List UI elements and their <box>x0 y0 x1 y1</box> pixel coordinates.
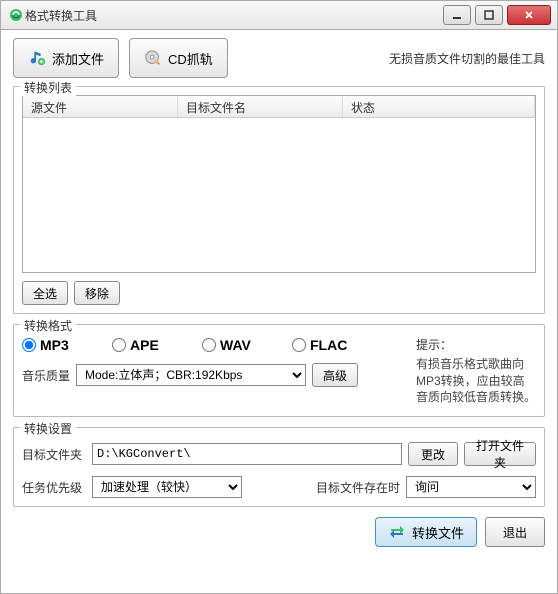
list-body[interactable] <box>23 118 535 272</box>
titlebar: 格式转换工具 <box>0 0 558 30</box>
radio-ape-input[interactable] <box>112 338 126 352</box>
col-target[interactable]: 目标文件名 <box>178 96 343 117</box>
quality-select[interactable]: Mode:立体声；CBR:192Kbps <box>76 364 306 386</box>
format-group-label: 转换格式 <box>20 317 76 334</box>
remove-button[interactable]: 移除 <box>74 281 120 305</box>
exists-select[interactable]: 询问 <box>406 476 536 498</box>
radio-wav[interactable]: WAV <box>202 337 292 353</box>
target-folder-input[interactable] <box>92 443 402 465</box>
format-group: 转换格式 MP3 APE WAV FLAC 音乐质量 Mode:立体声；CBR:… <box>13 324 545 417</box>
convert-label: 转换文件 <box>412 523 464 542</box>
minimize-button[interactable] <box>443 5 471 25</box>
settings-group-label: 转换设置 <box>20 420 76 437</box>
change-folder-button[interactable]: 更改 <box>408 442 458 466</box>
convert-button[interactable]: 转换文件 <box>375 517 477 547</box>
window-controls <box>439 5 551 25</box>
convert-icon <box>388 523 406 541</box>
footer: 转换文件 退出 <box>13 517 545 547</box>
add-file-button[interactable]: 添加文件 <box>13 38 119 78</box>
advanced-button[interactable]: 高级 <box>312 363 358 387</box>
cd-grab-label: CD抓轨 <box>168 49 213 68</box>
hint-title: 提示： <box>416 337 536 354</box>
radio-mp3-input[interactable] <box>22 338 36 352</box>
window-title: 格式转换工具 <box>25 7 439 24</box>
music-add-icon <box>28 49 46 67</box>
format-radios: MP3 APE WAV FLAC <box>22 337 406 353</box>
list-header: 源文件 目标文件名 状态 <box>23 96 535 118</box>
open-folder-button[interactable]: 打开文件夹 <box>464 442 536 466</box>
list-group: 转换列表 源文件 目标文件名 状态 全选 移除 <box>13 86 545 314</box>
file-list[interactable]: 源文件 目标文件名 状态 <box>22 95 536 273</box>
radio-flac-input[interactable] <box>292 338 306 352</box>
target-folder-label: 目标文件夹 <box>22 446 86 463</box>
priority-label: 任务优先级 <box>22 479 86 496</box>
radio-ape[interactable]: APE <box>112 337 202 353</box>
exit-button[interactable]: 退出 <box>485 517 545 547</box>
cd-grab-button[interactable]: CD抓轨 <box>129 38 228 78</box>
exists-label: 目标文件存在时 <box>316 479 400 496</box>
app-icon <box>7 6 25 24</box>
radio-flac[interactable]: FLAC <box>292 337 382 353</box>
col-status[interactable]: 状态 <box>343 96 535 117</box>
add-file-label: 添加文件 <box>52 49 104 68</box>
priority-select[interactable]: 加速处理（较快） <box>92 476 242 498</box>
col-source[interactable]: 源文件 <box>23 96 178 117</box>
toolbar: 添加文件 CD抓轨 无损音质文件切割的最佳工具 <box>13 38 545 78</box>
select-all-button[interactable]: 全选 <box>22 281 68 305</box>
settings-group: 转换设置 目标文件夹 更改 打开文件夹 任务优先级 加速处理（较快） 目标文件存… <box>13 427 545 507</box>
cd-icon <box>144 49 162 67</box>
quality-label: 音乐质量 <box>22 367 70 384</box>
maximize-button[interactable] <box>475 5 503 25</box>
close-button[interactable] <box>507 5 551 25</box>
hint-box: 提示： 有损音乐格式歌曲向MP3转换，应由较高音质向较低音质转换。 <box>416 337 536 406</box>
tagline: 无损音质文件切割的最佳工具 <box>389 50 545 67</box>
radio-wav-input[interactable] <box>202 338 216 352</box>
radio-mp3[interactable]: MP3 <box>22 337 112 353</box>
list-group-label: 转换列表 <box>20 79 76 96</box>
hint-body: 有损音乐格式歌曲向MP3转换，应由较高音质向较低音质转换。 <box>416 356 536 406</box>
